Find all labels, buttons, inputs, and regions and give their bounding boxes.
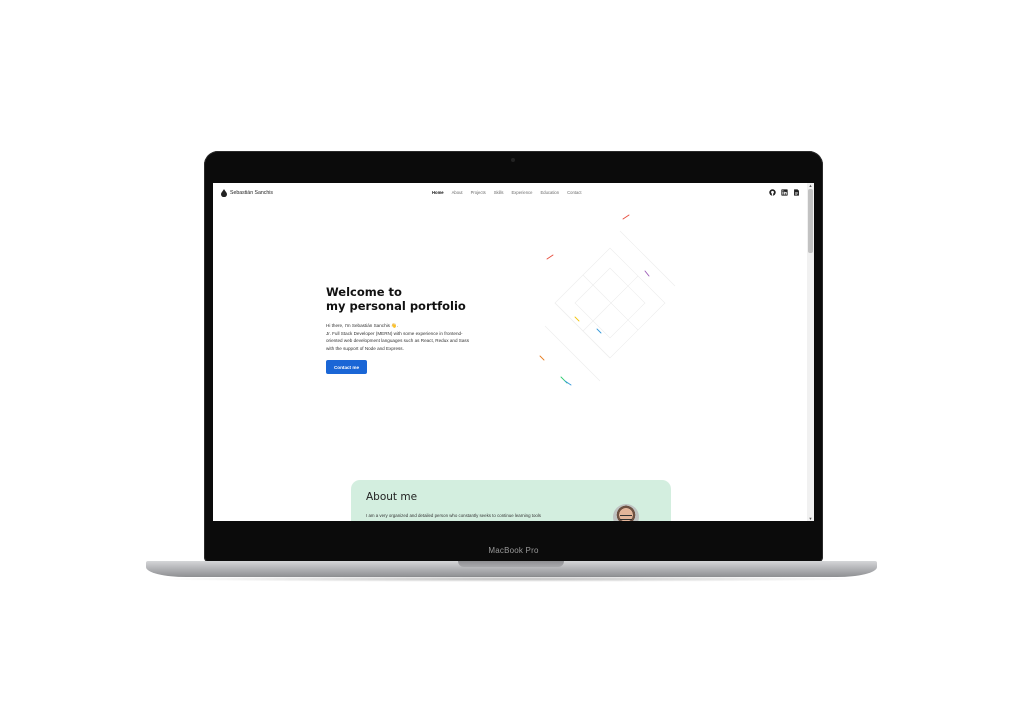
laptop-shadow <box>150 576 873 582</box>
laptop-base <box>146 561 877 577</box>
linkedin-icon[interactable] <box>781 189 788 196</box>
brand-name: Sebastián Sanchis <box>230 190 273 196</box>
scroll-thumb[interactable] <box>808 189 813 253</box>
resume-icon[interactable] <box>793 189 800 196</box>
about-text: I am a very organized and detailed perso… <box>366 513 541 518</box>
hero-title-line-1: Welcome to <box>326 285 402 299</box>
github-icon[interactable] <box>769 189 776 196</box>
hero-title: Welcome to my personal portfolio <box>326 285 526 313</box>
laptop-notch <box>458 561 564 567</box>
about-section: About me I am a very organized and detai… <box>351 480 671 521</box>
scrollbar[interactable]: ▲ ▼ <box>807 183 814 521</box>
drop-logo-icon <box>221 189 227 197</box>
nav-item-projects[interactable]: Projects <box>471 190 486 195</box>
scroll-up-arrow-icon[interactable]: ▲ <box>808 183 813 188</box>
hero-intro-line: oriented web development languages such … <box>326 338 470 344</box>
nav-item-experience[interactable]: Experience <box>512 190 533 195</box>
camera <box>511 158 515 162</box>
laptop-model-label: MacBook Pro <box>488 546 539 555</box>
hero-intro: Hi there, I'm Sebastián Sanchis 👋. Jr. F… <box>326 322 501 352</box>
contact-me-button[interactable]: Contact me <box>326 360 367 374</box>
nav-item-about[interactable]: About <box>452 190 463 195</box>
about-title: About me <box>366 491 418 503</box>
hero-intro-line: Hi there, I'm Sebastián Sanchis 👋. <box>326 323 399 328</box>
nav-menu: Home About Projects Skills Experience Ed… <box>432 190 582 195</box>
navbar: Sebastián Sanchis Home About Projects Sk… <box>213 183 807 203</box>
decorative-grid-illustration <box>539 214 676 386</box>
hero-intro-line: Jr. Full Stack Developer (MERN) with som… <box>326 330 463 336</box>
laptop-screen: Sebastián Sanchis Home About Projects Sk… <box>213 183 814 521</box>
brand[interactable]: Sebastián Sanchis <box>221 189 273 197</box>
nav-item-home[interactable]: Home <box>432 190 444 195</box>
scroll-down-arrow-icon[interactable]: ▼ <box>808 516 813 521</box>
avatar <box>613 504 639 521</box>
social-links <box>769 189 800 196</box>
nav-item-skills[interactable]: Skills <box>494 190 504 195</box>
nav-item-contact[interactable]: Contact <box>567 190 581 195</box>
hero-intro-line: with the support of Node and Express. <box>326 345 404 351</box>
hero-title-line-2: my personal portfolio <box>326 299 466 313</box>
nav-item-education[interactable]: Education <box>540 190 559 195</box>
